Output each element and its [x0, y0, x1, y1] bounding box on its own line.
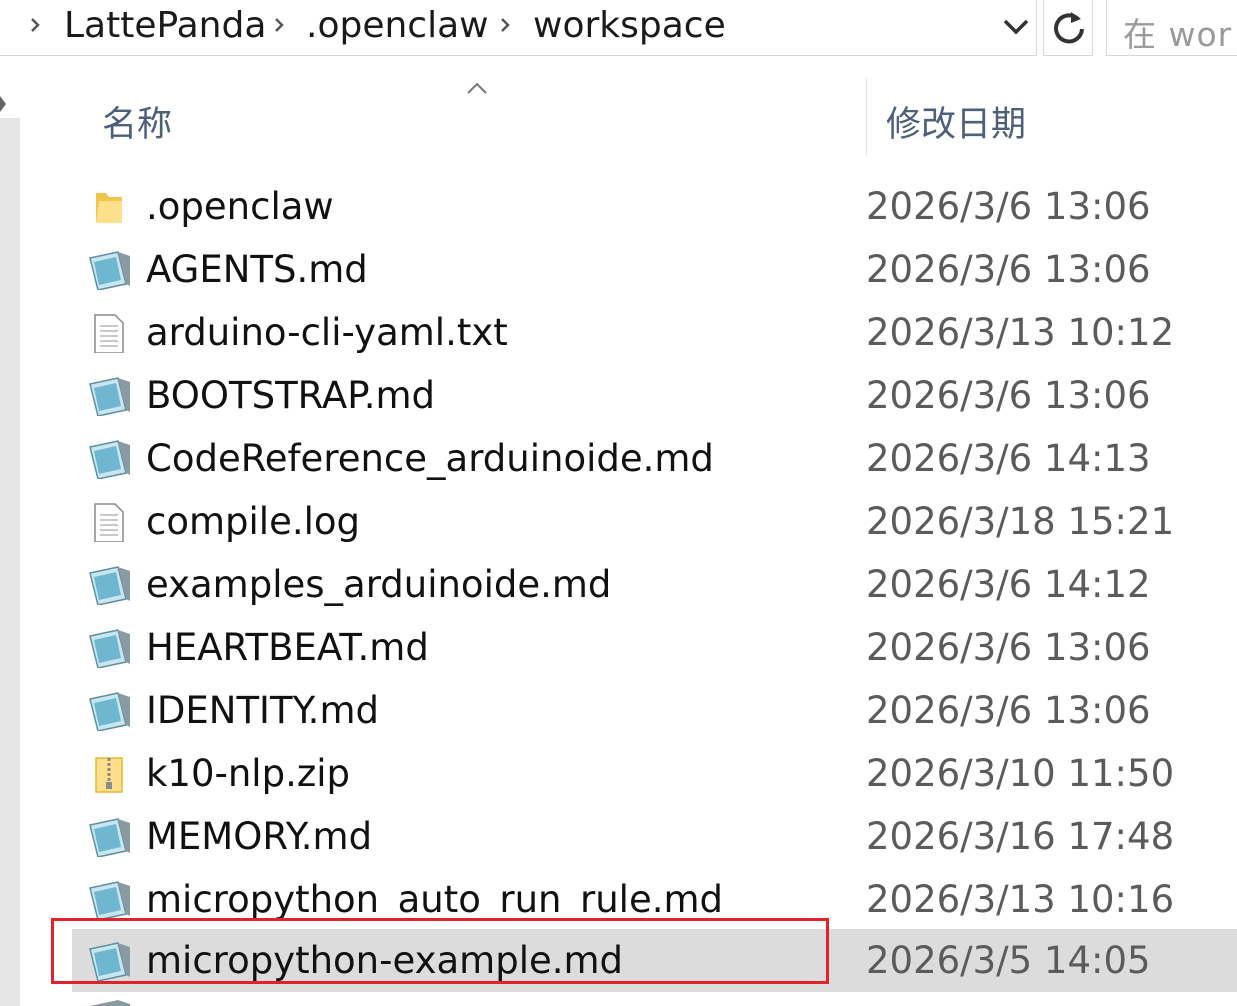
file-row[interactable]: MEMORY.md 2026/3/16 17:48: [72, 805, 1237, 868]
file-row[interactable]: IDENTITY.md 2026/3/6 13:06: [72, 679, 1237, 742]
column-divider[interactable]: [866, 78, 867, 156]
notepad-file-icon: [89, 566, 130, 605]
navigation-pane-edge[interactable]: [0, 58, 20, 1006]
file-date: 2026/3/13 10:16: [866, 878, 1175, 921]
file-name: k10-nlp.zip: [146, 752, 351, 795]
file-name: compile.log: [146, 500, 360, 543]
text-file-icon: [94, 503, 124, 542]
file-date: 2026/3/5 14:05: [866, 939, 1151, 982]
file-row[interactable]: compile.log 2026/3/18 15:21: [72, 490, 1237, 553]
file-date: 2026/3/6 13:06: [866, 185, 1151, 228]
file-date: 2026/3/13 10:12: [866, 311, 1175, 354]
notepad-file-icon: [89, 818, 130, 857]
file-date: 2026/3/6 13:06: [866, 689, 1151, 732]
file-name: IDENTITY.md: [146, 689, 379, 732]
highlight-annotation: [51, 918, 829, 984]
notepad-file-icon: [89, 440, 130, 479]
file-name: arduino-cli-yaml.txt: [146, 311, 508, 354]
folder-icon: [96, 193, 122, 223]
file-date: 2026/3/6 14:12: [866, 563, 1151, 606]
file-date: 2026/3/10 11:50: [866, 752, 1175, 795]
file-list: 名称 修改日期 .openclaw 2026/3/6 13:06 AGENTS.…: [20, 0, 1237, 1006]
file-name: BOOTSTRAP.md: [146, 374, 436, 417]
file-name: MEMORY.md: [146, 815, 373, 858]
file-date: 2026/3/6 13:06: [866, 626, 1151, 669]
file-date: 2026/3/6 13:06: [866, 374, 1151, 417]
file-name: CodeReference_arduinoide.md: [146, 437, 714, 480]
notepad-file-icon: [89, 692, 130, 731]
text-file-icon: [94, 314, 124, 353]
file-row[interactable]: arduino-cli-yaml.txt 2026/3/13 10:12: [72, 301, 1237, 364]
file-row[interactable]: examples_arduinoide.md 2026/3/6 14:12: [72, 553, 1237, 616]
notepad-file-icon: [90, 1000, 130, 1006]
column-headers: 名称 修改日期: [40, 78, 1237, 156]
notepad-file-icon: [89, 881, 130, 920]
file-date: 2026/3/16 17:48: [866, 815, 1175, 858]
file-row[interactable]: k10-nlp.zip 2026/3/10 11:50: [72, 742, 1237, 805]
notepad-file-icon: [89, 629, 130, 668]
file-row[interactable]: BOOTSTRAP.md 2026/3/6 13:06: [72, 364, 1237, 427]
notepad-file-icon: [89, 251, 130, 290]
file-date: 2026/3/6 13:06: [866, 248, 1151, 291]
column-header-name[interactable]: 名称: [102, 96, 172, 147]
file-name: examples_arduinoide.md: [146, 563, 612, 606]
file-name: HEARTBEAT.md: [146, 626, 429, 669]
collapse-arrow-icon[interactable]: [0, 92, 10, 122]
file-name: AGENTS.md: [146, 248, 368, 291]
file-name: micropython_auto_run_rule.md: [146, 878, 724, 921]
file-name: .openclaw: [146, 185, 334, 228]
file-row[interactable]: HEARTBEAT.md 2026/3/6 13:06: [72, 616, 1237, 679]
file-date: 2026/3/18 15:21: [866, 500, 1175, 543]
file-row[interactable]: .openclaw 2026/3/6 13:06: [72, 175, 1237, 238]
notepad-file-icon: [89, 377, 130, 416]
zip-folder-icon: [95, 757, 123, 793]
file-row-partial[interactable]: [72, 992, 1237, 1006]
sort-ascending-icon: [467, 82, 487, 94]
file-row[interactable]: AGENTS.md 2026/3/6 13:06: [72, 238, 1237, 301]
file-row[interactable]: CodeReference_arduinoide.md 2026/3/6 14:…: [72, 427, 1237, 490]
column-header-date-modified[interactable]: 修改日期: [886, 96, 1026, 147]
file-date: 2026/3/6 14:13: [866, 437, 1151, 480]
